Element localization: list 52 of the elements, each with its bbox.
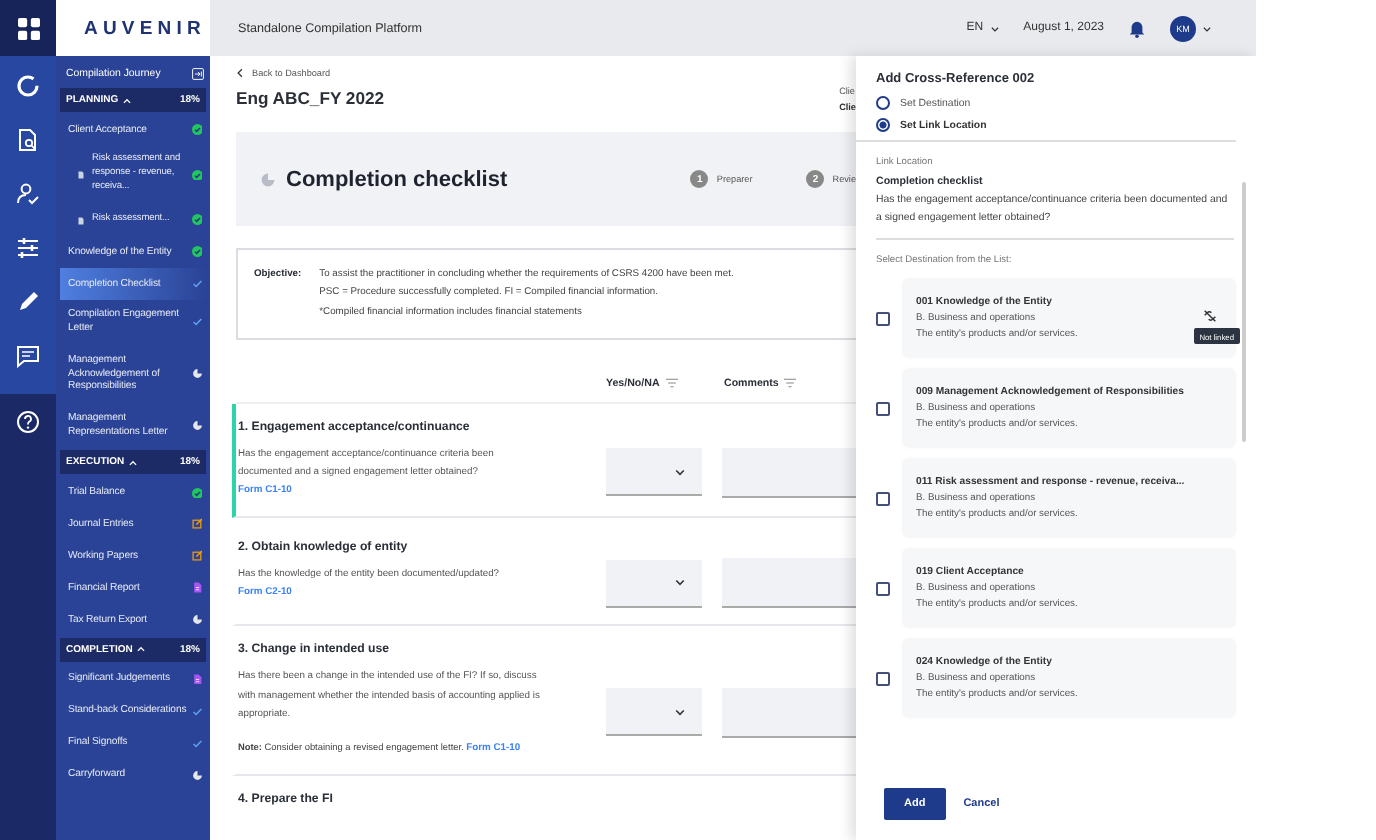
apps-grid-button[interactable] [0, 0, 56, 56]
chevron-down-icon [989, 23, 1000, 33]
user-check-icon[interactable] [16, 182, 40, 206]
check-circle-icon [191, 487, 202, 499]
check-circle-icon [191, 246, 202, 258]
radio-button[interactable] [876, 96, 890, 110]
radio-button[interactable] [876, 118, 890, 132]
check-circle-icon [191, 214, 202, 226]
chevron-down-icon [674, 465, 686, 478]
checkbox[interactable] [876, 581, 890, 595]
checkbox[interactable] [876, 311, 890, 325]
chevron-left-icon [236, 68, 244, 78]
half-moon-icon [260, 171, 276, 187]
help-icon[interactable] [16, 410, 40, 434]
edit-icon [191, 550, 202, 562]
half-moon-icon [191, 420, 202, 432]
check-icon [191, 737, 202, 749]
document-search-icon[interactable] [16, 128, 40, 152]
check-circle-icon [191, 124, 202, 136]
half-moon-icon [191, 368, 202, 380]
document-icon [191, 582, 202, 594]
check-circle-icon [191, 169, 202, 181]
check-icon [191, 316, 202, 328]
comment-field[interactable] [722, 558, 856, 609]
unlink-icon[interactable] [1202, 308, 1218, 324]
checklist-title: Completion checklist [286, 167, 508, 191]
half-moon-icon [191, 614, 202, 626]
check-icon [191, 705, 202, 717]
edit-icon [191, 518, 202, 530]
bell-icon[interactable] [1128, 19, 1146, 37]
grid-icon [17, 17, 39, 39]
scrollbar[interactable] [1242, 182, 1246, 442]
check-icon [191, 278, 202, 290]
document-icon [78, 170, 84, 181]
chevron-down-icon [674, 705, 686, 718]
checkbox[interactable] [876, 491, 890, 505]
circle-progress-icon[interactable] [16, 74, 40, 98]
document-icon [191, 673, 202, 685]
checkbox[interactable] [876, 671, 890, 685]
document-icon [78, 215, 84, 226]
chevron-down-icon [674, 576, 686, 589]
comment-field[interactable] [722, 687, 856, 738]
chevron-down-icon [1202, 23, 1212, 33]
engagement-title: Eng ABC_FY 2022 [236, 88, 385, 108]
half-moon-icon [191, 769, 202, 781]
collapse-icon[interactable] [192, 68, 204, 80]
sliders-icon[interactable] [16, 236, 40, 260]
logo: AUVENIR [84, 17, 206, 39]
pencil-icon[interactable] [16, 290, 40, 314]
checkbox[interactable] [876, 401, 890, 415]
comment-icon[interactable] [16, 344, 40, 368]
comment-field[interactable] [722, 447, 856, 498]
